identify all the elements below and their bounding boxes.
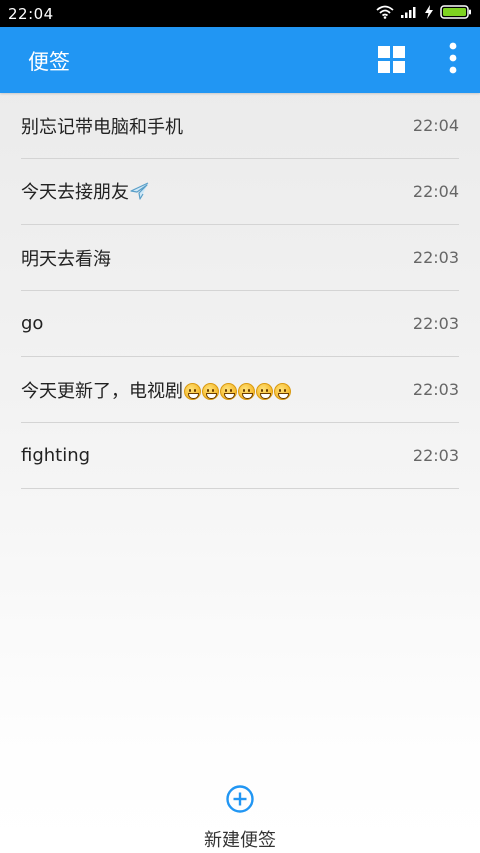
list-item[interactable]: 今天去接朋友 22:04	[21, 159, 459, 225]
note-title: 今天更新了，电视剧	[21, 380, 183, 402]
note-title: fighting	[21, 445, 91, 466]
status-icons	[376, 4, 472, 23]
smiley-emoji-icon	[274, 382, 291, 400]
list-item[interactable]: fighting 22:03	[21, 423, 459, 489]
note-list: 别忘记带电脑和手机 22:04 今天去接朋友 22:04 明天去看海 22:03…	[0, 93, 480, 489]
note-time: 22:04	[412, 182, 459, 201]
status-bar: 22:04	[0, 0, 480, 27]
note-time: 22:03	[412, 380, 459, 399]
smiley-emoji-icon	[256, 382, 273, 400]
new-note-button[interactable]: 新建便签	[190, 784, 290, 851]
note-time: 22:03	[412, 314, 459, 333]
grid-view-icon	[377, 45, 405, 77]
new-note-label: 新建便签	[204, 830, 276, 851]
note-time: 22:04	[412, 116, 459, 135]
more-options-icon	[449, 42, 457, 78]
note-title: 别忘记带电脑和手机	[21, 116, 183, 138]
wifi-icon	[376, 4, 394, 23]
smiley-emoji-icon	[184, 382, 201, 400]
more-options-button[interactable]	[436, 40, 470, 80]
list-item[interactable]: go 22:03	[21, 291, 459, 357]
app-bar: 便签	[0, 27, 480, 93]
note-title-wrap: 今天更新了，电视剧	[21, 377, 291, 403]
signal-icon	[400, 4, 418, 23]
status-time: 22:04	[8, 4, 54, 23]
charging-icon	[424, 4, 434, 23]
note-title: 明天去看海	[21, 248, 111, 270]
list-item[interactable]: 别忘记带电脑和手机 22:04	[21, 93, 459, 159]
list-item[interactable]: 今天更新了，电视剧 22:03	[21, 357, 459, 423]
list-item[interactable]: 明天去看海 22:03	[21, 225, 459, 291]
note-title: 今天去接朋友	[21, 182, 129, 203]
page-title: 便签	[28, 50, 70, 74]
battery-icon	[440, 4, 472, 23]
smiley-emoji-icon	[238, 382, 255, 400]
airplane-icon	[130, 182, 150, 205]
note-time: 22:03	[412, 248, 459, 267]
emoji-set	[184, 382, 291, 400]
grid-view-button[interactable]	[374, 44, 408, 78]
note-title-wrap: 今天去接朋友	[21, 178, 150, 205]
note-title: go	[21, 313, 44, 334]
smiley-emoji-icon	[220, 382, 237, 400]
add-circle-icon	[225, 784, 255, 818]
note-time: 22:03	[412, 446, 459, 465]
smiley-emoji-icon	[202, 382, 219, 400]
